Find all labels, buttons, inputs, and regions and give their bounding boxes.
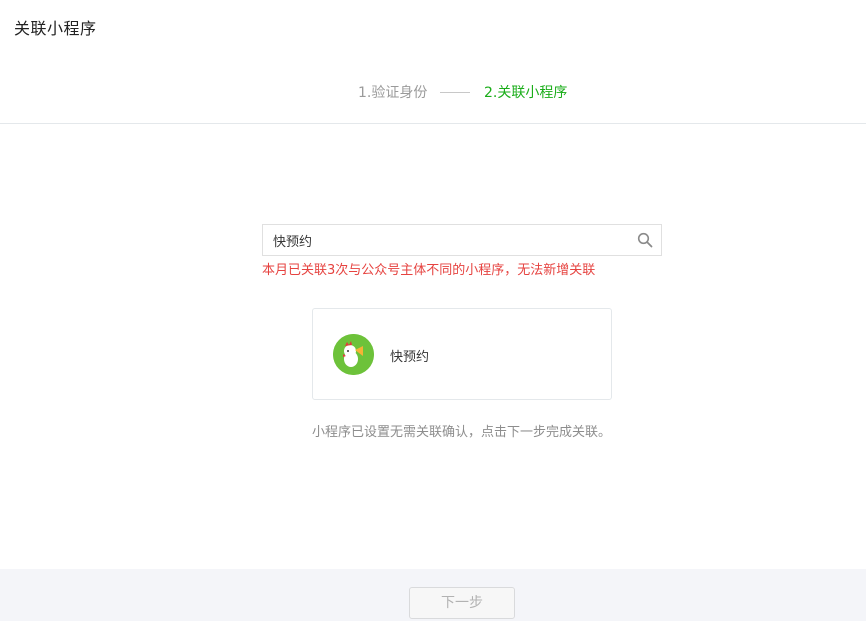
mini-program-avatar <box>333 334 374 375</box>
mini-program-card[interactable]: 快预约 <box>312 308 612 400</box>
next-step-button[interactable]: 下一步 <box>409 587 515 619</box>
step-divider <box>440 92 470 93</box>
hint-text: 小程序已设置无需关联确认，点击下一步完成关联。 <box>312 425 612 440</box>
footer-bar: 下一步 <box>0 569 866 621</box>
error-message: 本月已关联3次与公众号主体不同的小程序，无法新增关联 <box>262 263 596 278</box>
search-box <box>262 224 662 256</box>
page-title: 关联小程序 <box>14 19 97 38</box>
step-indicator: 1.验证身份 2.关联小程序 <box>0 82 866 102</box>
mini-program-name: 快预约 <box>390 350 430 365</box>
search-icon[interactable] <box>637 232 653 248</box>
step-verify-identity: 1.验证身份 <box>358 85 428 101</box>
step-link-mini-program: 2.关联小程序 <box>484 85 568 101</box>
page: 关联小程序 1.验证身份 2.关联小程序 本月已关联3次与公众号主体不同的小程序… <box>0 0 866 621</box>
search-input[interactable] <box>263 225 661 255</box>
header-divider <box>0 123 866 124</box>
